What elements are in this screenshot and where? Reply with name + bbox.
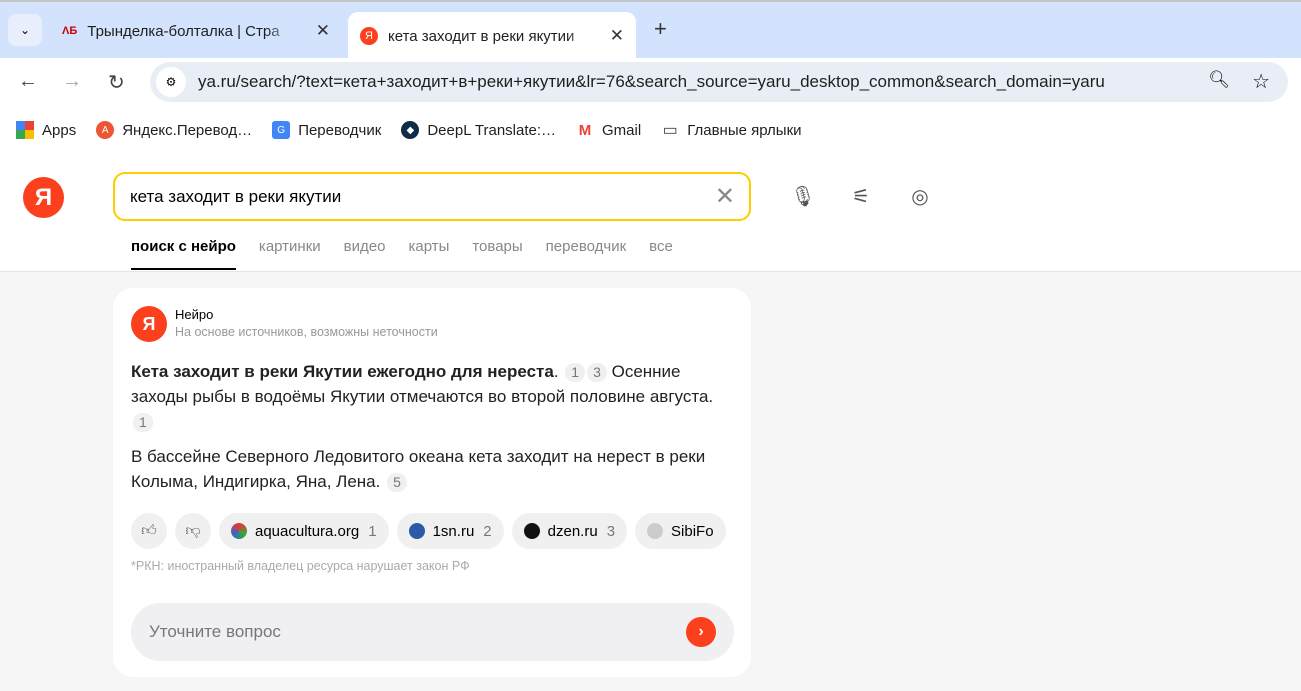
close-tab-icon[interactable]: ✕ [610, 26, 624, 46]
tab-title: кета заходит в реки якутии [388, 27, 575, 45]
citation-ref[interactable]: 3 [587, 363, 607, 382]
address-bar[interactable]: ⚙ ya.ru/search/?text=кета+заходит+в+реки… [150, 62, 1288, 102]
site-info-icon[interactable]: ⚙ [156, 67, 186, 97]
rkn-notice: *РКН: иностранный владелец ресурса наруш… [131, 559, 470, 573]
sibifo-favicon-icon [647, 523, 664, 539]
neiro-name: Нейро [175, 307, 214, 322]
search-header: Я кета заходит в реки якутии ✕ 🎙︎ ⚟ ◎ по… [0, 152, 1301, 272]
bookmark-label: DeepL Translate:… [427, 121, 557, 139]
tab-neiro[interactable]: поиск с нейро [131, 238, 236, 270]
send-arrow-icon[interactable]: › [686, 617, 716, 647]
source-chip[interactable]: aquacultura.org 1 [219, 513, 389, 549]
url-text[interactable]: ya.ru/search/?text=кета+заходит+в+реки+я… [198, 72, 1105, 92]
source-name: dzen.ru [547, 522, 598, 540]
forward-button[interactable]: → [62, 70, 82, 93]
tab-maps[interactable]: карты [408, 238, 449, 270]
bookmark-apps[interactable]: Apps [16, 121, 76, 139]
apps-grid-icon [16, 121, 34, 139]
search-tabs: поиск с нейро картинки видео карты товар… [131, 238, 673, 270]
tab-translator[interactable]: переводчик [546, 238, 626, 270]
bookmark-label: Главные ярлыки [687, 121, 802, 139]
yandex-logo[interactable]: Я [23, 177, 64, 218]
source-number: 3 [606, 522, 616, 540]
source-chip[interactable]: SibiFo [635, 513, 726, 549]
dzen-favicon-icon [523, 523, 540, 539]
yandex-translate-icon: A [96, 121, 115, 139]
tab-images[interactable]: картинки [259, 238, 321, 270]
tab-trindelka[interactable]: ΛБ Трынделка-болталка | Стра ✕ [52, 12, 342, 50]
tab-title: Трынделка-болталка | Стра [87, 22, 280, 40]
tab-yandex-search[interactable]: Я кета заходит в реки якутии ✕ [348, 12, 636, 60]
bookmark-label: Apps [42, 121, 77, 139]
bookmark-star-icon[interactable]: ☆ [1252, 69, 1270, 94]
citation-ref[interactable]: 1 [133, 413, 153, 432]
bookmark-folder[interactable]: ▭ Главные ярлыки [661, 121, 802, 140]
tab-all[interactable]: все [649, 238, 673, 270]
yandex-favicon-icon: Я [360, 27, 378, 45]
deepl-icon: ◆ [401, 121, 420, 139]
toolbar: ← → ↻ ⚙ ya.ru/search/?text=кета+заходит+… [0, 58, 1301, 108]
gmail-icon: M [578, 121, 592, 139]
neiro-logo-icon: Я [131, 306, 167, 342]
tab-video[interactable]: видео [344, 238, 386, 270]
forum-favicon-icon: ΛБ [62, 25, 78, 37]
source-chip[interactable]: 1sn.ru 2 [396, 513, 504, 549]
clear-icon[interactable]: ✕ [715, 182, 735, 211]
answer-text: В бассейне Северного Ледовитого океана к… [131, 447, 706, 491]
new-tab-button[interactable]: + [654, 16, 667, 42]
dislike-button[interactable]: 👎︎ [175, 513, 211, 549]
microphone-icon[interactable]: 🎙︎ [790, 184, 815, 208]
citation-ref[interactable]: 1 [565, 363, 586, 382]
source-name: 1sn.ru [432, 522, 475, 540]
bookmark-label: Яндекс.Перевод… [122, 121, 253, 139]
like-button[interactable]: 👍︎ [131, 513, 167, 549]
source-number: 1 [368, 522, 377, 540]
aquacultura-favicon-icon [231, 523, 247, 539]
neiro-subtitle: На основе источников, возможны неточност… [175, 325, 438, 339]
bookmark-yandex-translate[interactable]: A Яндекс.Перевод… [96, 121, 252, 139]
bookmark-label: Gmail [602, 121, 642, 139]
source-name: aquacultura.org [255, 522, 360, 540]
tab-search-button[interactable]: ⌄ [8, 14, 42, 46]
citation-ref[interactable]: 5 [387, 473, 407, 492]
search-query[interactable]: кета заходит в реки якутии [130, 187, 341, 207]
source-name: SibiFo [671, 522, 714, 540]
followup-input[interactable]: Уточните вопрос › [131, 603, 734, 661]
bookmarks-bar: Apps A Яндекс.Перевод… G Переводчик ◆ DeepL… [0, 108, 1301, 152]
source-chip[interactable]: dzen.ru 3 [511, 513, 628, 549]
source-number: 2 [483, 522, 492, 540]
folder-icon: ▭ [662, 122, 678, 139]
answer-paragraph-2: В бассейне Северного Ледовитого океана к… [131, 444, 731, 494]
sources-row: 👍︎ 👎︎ aquacultura.org 1 1sn.ru 2 dzen.ru 3 … [131, 513, 734, 549]
back-button[interactable]: ← [18, 70, 38, 93]
tab-products[interactable]: товары [472, 238, 522, 270]
bookmark-gmail[interactable]: M Gmail [576, 121, 641, 139]
tab-strip: ⌄ ΛБ Трынделка-болталка | Стра ✕ Я кета … [0, 0, 1301, 60]
google-translate-icon: G [272, 121, 291, 139]
camera-icon[interactable]: ◎ [908, 184, 932, 208]
filters-icon[interactable]: ⚟ [849, 184, 873, 208]
followup-placeholder: Уточните вопрос [149, 622, 281, 641]
answer-paragraph-1: Кета заходит в реки Якутии ежегодно для … [131, 362, 714, 432]
neiro-answer-card: Я Нейро На основе источников, возможны н… [113, 288, 751, 677]
bookmark-label: Переводчик [298, 121, 382, 139]
bookmark-translator[interactable]: G Переводчик [272, 121, 381, 139]
reload-button[interactable]: ↻ [108, 70, 125, 95]
bookmark-deepl[interactable]: ◆ DeepL Translate:… [401, 121, 556, 139]
search-input[interactable]: кета заходит в реки якутии ✕ [113, 172, 751, 221]
1sn-favicon-icon [408, 523, 425, 539]
close-tab-icon[interactable]: ✕ [316, 21, 330, 41]
zoom-icon[interactable]: 🔍︎ [1208, 70, 1230, 90]
answer-bold: Кета заходит в реки Якутии ежегодно для … [131, 362, 554, 381]
